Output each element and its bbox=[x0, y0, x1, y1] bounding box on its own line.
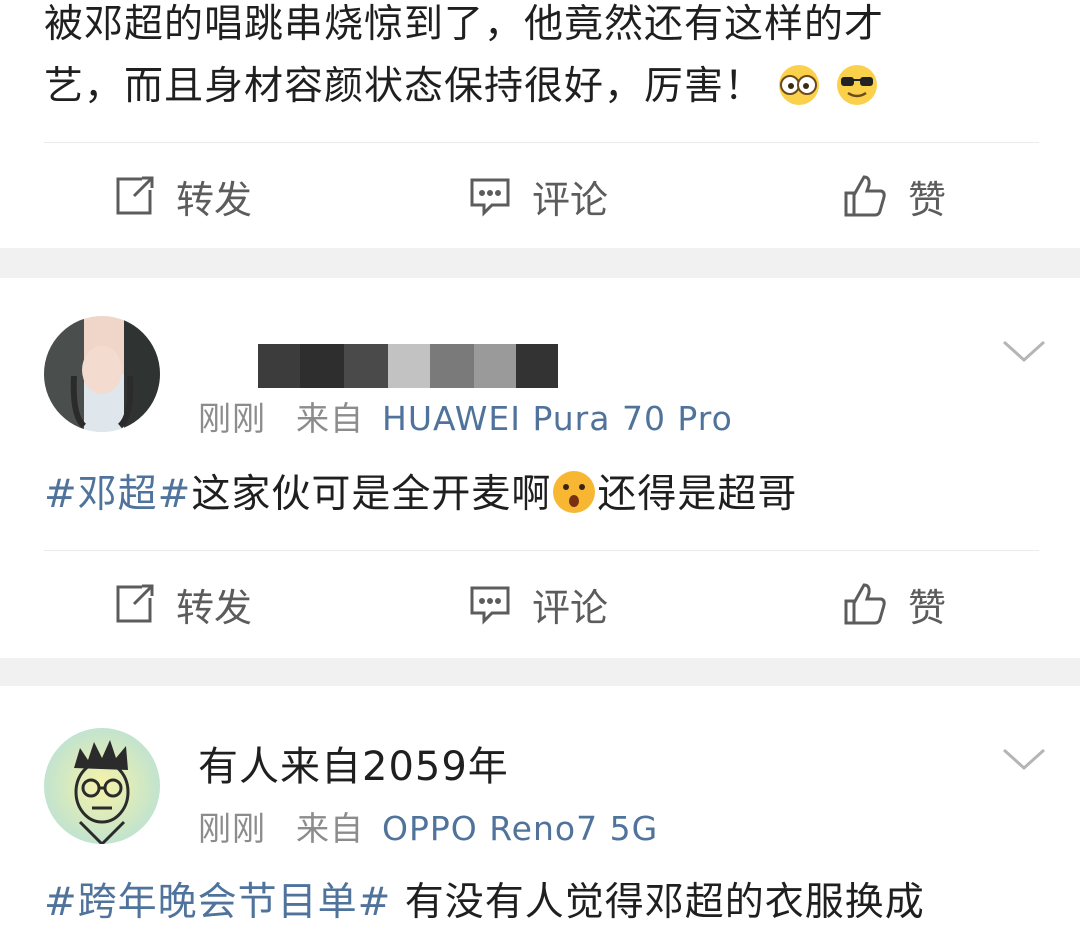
emoji-glasses bbox=[777, 63, 821, 126]
like-icon bbox=[842, 173, 888, 219]
comment-icon bbox=[468, 582, 512, 626]
comment-label: 评论 bbox=[532, 585, 609, 630]
device-link[interactable]: HUAWEI Pura 70 Pro bbox=[382, 399, 733, 438]
divider bbox=[44, 550, 1039, 551]
post-separator bbox=[0, 248, 1080, 278]
comment-button[interactable]: 评论 bbox=[468, 146, 608, 246]
repost-button[interactable]: 转发 bbox=[112, 554, 252, 654]
post-3-text: #跨年晚会节目单# 有没有人觉得邓超的衣服换成 bbox=[44, 872, 1044, 934]
post-1-text-line2: 艺，而且身材容颜状态保持很好，厉害！ bbox=[44, 64, 765, 109]
like-button[interactable]: 赞 bbox=[842, 146, 946, 246]
post-time: 刚刚 bbox=[198, 809, 266, 848]
post-meta: 刚刚 来自 OPPO Reno7 5G bbox=[198, 802, 658, 850]
post-time: 刚刚 bbox=[198, 399, 266, 438]
comment-label: 评论 bbox=[532, 177, 609, 222]
source-prefix: 来自 bbox=[296, 809, 364, 848]
avatar[interactable] bbox=[44, 728, 160, 844]
emoji-surprised bbox=[551, 469, 597, 534]
like-icon bbox=[842, 581, 888, 627]
post-2-text: #邓超#这家伙可是全开麦啊 还得是超哥 bbox=[44, 464, 1044, 534]
hashtag-link[interactable]: #跨年晚会节目单# bbox=[44, 880, 391, 925]
username[interactable]: 有人来自2059年 bbox=[198, 734, 509, 792]
like-label: 赞 bbox=[908, 177, 947, 222]
like-label: 赞 bbox=[908, 585, 947, 630]
post-2-action-bar: 转发 评论 赞 bbox=[0, 554, 1080, 654]
post-1-action-bar: 转发 评论 赞 bbox=[0, 146, 1080, 246]
chevron-down-icon[interactable] bbox=[1000, 744, 1048, 774]
repost-icon bbox=[112, 582, 156, 626]
comment-icon bbox=[468, 174, 512, 218]
post-2: 刚刚 来自 HUAWEI Pura 70 Pro #邓超#这家伙可是全开麦啊 还得是… bbox=[0, 278, 1080, 658]
source-prefix: 来自 bbox=[296, 399, 364, 438]
repost-button[interactable]: 转发 bbox=[112, 146, 252, 246]
emoji-sunglasses bbox=[835, 63, 879, 126]
post-1-text: 被邓超的唱跳串烧惊到了，他竟然还有这样的才 艺，而且身材容颜状态保持很好，厉害！ bbox=[44, 0, 1044, 126]
post-3-text-body: 有没有人觉得邓超的衣服换成 bbox=[391, 880, 925, 925]
post-2-text-a: 这家伙可是全开麦啊 bbox=[191, 472, 552, 517]
device-link[interactable]: OPPO Reno7 5G bbox=[382, 809, 658, 848]
post-3: 有人来自2059年 刚刚 来自 OPPO Reno7 5G #跨年晚会节目单# 有没… bbox=[0, 686, 1080, 945]
post-2-text-b: 还得是超哥 bbox=[597, 472, 798, 517]
repost-label: 转发 bbox=[176, 585, 253, 630]
post-1: 被邓超的唱跳串烧惊到了，他竟然还有这样的才 艺，而且身材容颜状态保持很好，厉害！ bbox=[0, 0, 1080, 248]
repost-icon bbox=[112, 174, 156, 218]
repost-label: 转发 bbox=[176, 177, 253, 222]
chevron-down-icon[interactable] bbox=[1000, 336, 1048, 366]
avatar[interactable] bbox=[44, 316, 160, 432]
divider bbox=[44, 142, 1039, 143]
comment-button[interactable]: 评论 bbox=[468, 554, 608, 654]
like-button[interactable]: 赞 bbox=[842, 554, 946, 654]
username-redacted[interactable] bbox=[258, 344, 558, 388]
post-separator bbox=[0, 658, 1080, 686]
post-1-text-line1: 被邓超的唱跳串烧惊到了，他竟然还有这样的才 bbox=[44, 2, 885, 47]
post-meta: 刚刚 来自 HUAWEI Pura 70 Pro bbox=[198, 392, 733, 440]
hashtag-link[interactable]: #邓超# bbox=[44, 472, 191, 517]
